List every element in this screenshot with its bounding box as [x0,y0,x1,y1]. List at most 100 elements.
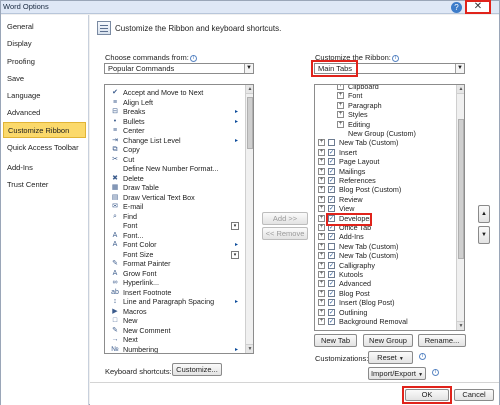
sidebar-item-customize-ribbon[interactable]: Customize Ribbon [3,122,86,139]
list-item[interactable]: • Bullets ▸ [105,117,243,127]
expand-icon[interactable]: + [318,261,325,269]
expand-icon[interactable]: + [318,205,325,213]
expand-icon[interactable]: + [337,120,344,128]
cancel-button[interactable]: Cancel [454,389,494,401]
expand-icon[interactable]: + [318,167,325,175]
new-group-button[interactable]: New Group [363,334,413,347]
help-icon[interactable]: ? [451,2,462,13]
expand-icon[interactable]: + [318,299,325,307]
commands-scrollbar[interactable]: ▲ ▼ [245,85,253,353]
expand-icon[interactable]: + [318,224,325,231]
checkbox[interactable]: ✓ [328,186,335,194]
checkbox[interactable]: ✓ [328,289,335,297]
list-item[interactable]: ✉ E-mail [105,202,243,212]
expand-icon[interactable]: + [318,271,325,278]
sidebar-item-language[interactable]: Language [1,88,88,104]
list-item[interactable]: ✎ New Comment [105,326,243,336]
checkbox[interactable]: ✓ [328,224,335,231]
checkbox[interactable]: ✓ [328,214,335,222]
customize-shortcuts-button[interactable]: Customize... [172,363,222,376]
list-item[interactable]: ▶ Macros [105,307,243,317]
ribbon-tabs-tree[interactable]: + Clipboard + Font + Paragraph + Styles + Editing… [314,84,465,331]
expand-icon[interactable]: + [318,308,325,316]
list-item[interactable]: ≡ Center [105,126,243,136]
sidebar-item-display[interactable]: Display [1,36,88,52]
remove-button[interactable]: << Remove [262,227,308,240]
list-item[interactable]: A Grow Font [105,269,243,279]
chevron-down-icon[interactable]: ▼ [244,64,253,73]
list-item[interactable]: A Font... [105,231,243,241]
reset-button[interactable]: Reset ▼ [368,351,413,364]
checkbox[interactable]: ✓ [328,177,335,184]
expand-icon[interactable]: + [318,195,325,203]
add-button[interactable]: Add >> [262,212,308,225]
expand-icon[interactable]: + [318,242,325,250]
list-item[interactable]: ⇥ Change List Level ▸ [105,136,243,146]
checkbox[interactable]: ✓ [328,195,335,203]
list-item[interactable]: Define New Number Format... [105,164,243,174]
list-item[interactable]: ⌕ Find [105,212,243,222]
scroll-up-icon[interactable]: ▲ [457,85,464,94]
scroll-up-icon[interactable]: ▲ [246,85,253,94]
expand-icon[interactable]: + [318,139,325,147]
list-item[interactable]: A Font Color ▸ [105,240,243,250]
scroll-down-icon[interactable]: ▼ [246,344,253,353]
new-tab-button[interactable]: New Tab [314,334,357,347]
expand-icon[interactable]: + [318,233,325,241]
checkbox[interactable]: ✓ [328,318,335,325]
list-item[interactable]: ▤ Draw Vertical Text Box [105,193,243,203]
expand-icon[interactable]: + [318,252,325,260]
expand-icon[interactable]: + [337,101,344,109]
list-item[interactable]: ▦ Draw Table [105,183,243,193]
sidebar-item-trust-center[interactable]: Trust Center [1,177,88,193]
scroll-thumb[interactable] [247,97,253,149]
list-item[interactable]: № Numbering ▸ [105,345,243,354]
list-item[interactable]: ✂ Cut [105,155,243,165]
list-item[interactable]: ✔ Accept and Move to Next [105,88,243,98]
expand-icon[interactable]: + [318,289,325,297]
list-item[interactable]: ⊟ Breaks ▸ [105,107,243,117]
chevron-down-icon[interactable]: ▼ [455,64,464,73]
tree-item[interactable]: + ✓ Background Removal [315,317,453,327]
list-item[interactable]: ⧉ Copy [105,145,243,155]
list-item[interactable]: ✎ Format Painter [105,259,243,269]
commands-list[interactable]: ✔ Accept and Move to Next ≡ Align Left ⊟ Brea… [104,84,254,354]
sidebar-item-save[interactable]: Save [1,71,88,87]
rename-button[interactable]: Rename... [418,334,466,347]
checkbox[interactable] [328,139,335,147]
checkbox[interactable]: ✓ [328,280,335,288]
checkbox[interactable]: ✓ [328,205,335,213]
list-item[interactable]: ↕ Line and Paragraph Spacing ▸ [105,297,243,307]
sidebar-item-proofing[interactable]: Proofing [1,54,88,70]
close-button[interactable]: ✕ [465,0,491,14]
expand-icon[interactable]: + [337,111,344,119]
expand-icon[interactable]: + [318,214,325,222]
list-item[interactable]: □ New [105,316,243,326]
checkbox[interactable]: ✓ [328,261,335,269]
checkbox[interactable]: ✓ [328,233,335,241]
move-down-button[interactable]: ▼ [478,226,490,244]
sidebar-item-quick-access-toolbar[interactable]: Quick Access Toolbar [1,140,88,156]
expand-icon[interactable]: + [318,318,325,325]
sidebar-item-general[interactable]: General [1,19,88,35]
ok-button[interactable]: OK [405,389,449,401]
ribbon-tree-scrollbar[interactable]: ▲ ▼ [456,85,464,330]
move-up-button[interactable]: ▲ [478,205,490,223]
checkbox[interactable]: ✓ [328,158,335,166]
expand-icon[interactable]: + [337,92,344,100]
list-item[interactable]: ≡ Align Left [105,98,243,108]
expand-icon[interactable]: + [318,280,325,288]
expand-icon[interactable]: + [318,186,325,194]
checkbox[interactable]: ✓ [328,308,335,316]
checkbox[interactable]: ✓ [328,148,335,156]
expand-icon[interactable]: + [337,85,344,90]
checkbox[interactable]: ✓ [328,271,335,278]
sidebar-item-advanced[interactable]: Advanced [1,105,88,121]
scroll-down-icon[interactable]: ▼ [457,321,464,330]
list-item[interactable]: Font ▾ [105,221,243,231]
expand-icon[interactable]: + [318,177,325,184]
list-item[interactable]: ab Insert Footnote [105,288,243,298]
list-item[interactable]: ✖ Delete [105,174,243,184]
list-item[interactable]: → Next [105,335,243,345]
scroll-thumb[interactable] [458,119,464,259]
